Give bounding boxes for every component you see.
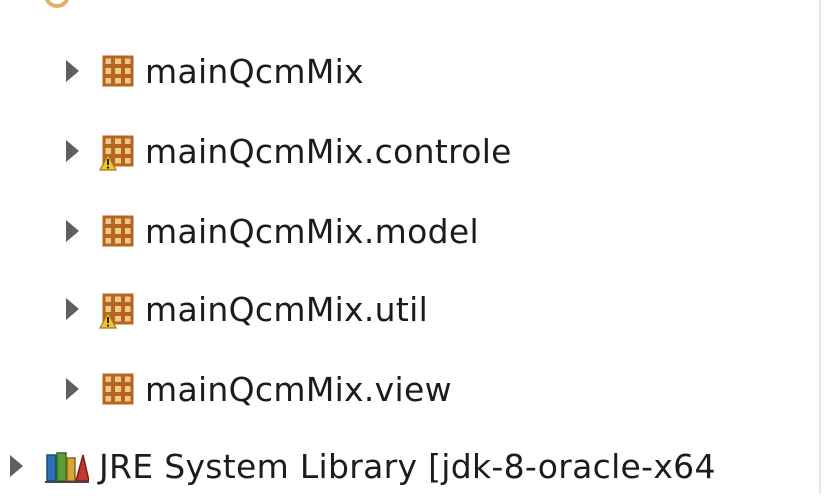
- tree-item-package[interactable]: mainQcmMix.controle: [66, 121, 512, 181]
- package-icon: [99, 134, 135, 171]
- library-icon: [45, 449, 89, 483]
- warning-icon: [99, 154, 117, 171]
- library-label: JRE System Library [jdk-8-oracle-x64: [99, 446, 716, 486]
- expand-arrow-icon[interactable]: [66, 140, 79, 162]
- expand-arrow-icon[interactable]: [66, 298, 79, 320]
- package-icon: [101, 54, 135, 88]
- package-icon: [101, 214, 135, 248]
- expand-arrow-icon[interactable]: [66, 220, 79, 242]
- tree-item-package[interactable]: mainQcmMix: [66, 41, 364, 101]
- package-icon: [101, 372, 135, 406]
- package-icon: [99, 292, 135, 329]
- warning-icon: [99, 312, 117, 329]
- package-label: mainQcmMix.view: [145, 369, 452, 409]
- tree-item-library[interactable]: JRE System Library [jdk-8-oracle-x64: [10, 436, 716, 496]
- package-label: mainQcmMix.model: [145, 211, 479, 251]
- package-label: mainQcmMix.controle: [145, 131, 512, 171]
- expand-arrow-icon[interactable]: [10, 455, 23, 477]
- expand-arrow-icon[interactable]: [66, 378, 79, 400]
- partial-project-icon: [44, 0, 70, 8]
- package-label: mainQcmMix: [145, 51, 364, 91]
- expand-arrow-icon[interactable]: [66, 60, 79, 82]
- tree-item-package[interactable]: mainQcmMix.util: [66, 279, 428, 339]
- tree-item-package[interactable]: mainQcmMix.view: [66, 359, 452, 419]
- tree-item-package[interactable]: mainQcmMix.model: [66, 201, 479, 261]
- package-label: mainQcmMix.util: [145, 289, 429, 329]
- view-border: [819, 0, 821, 495]
